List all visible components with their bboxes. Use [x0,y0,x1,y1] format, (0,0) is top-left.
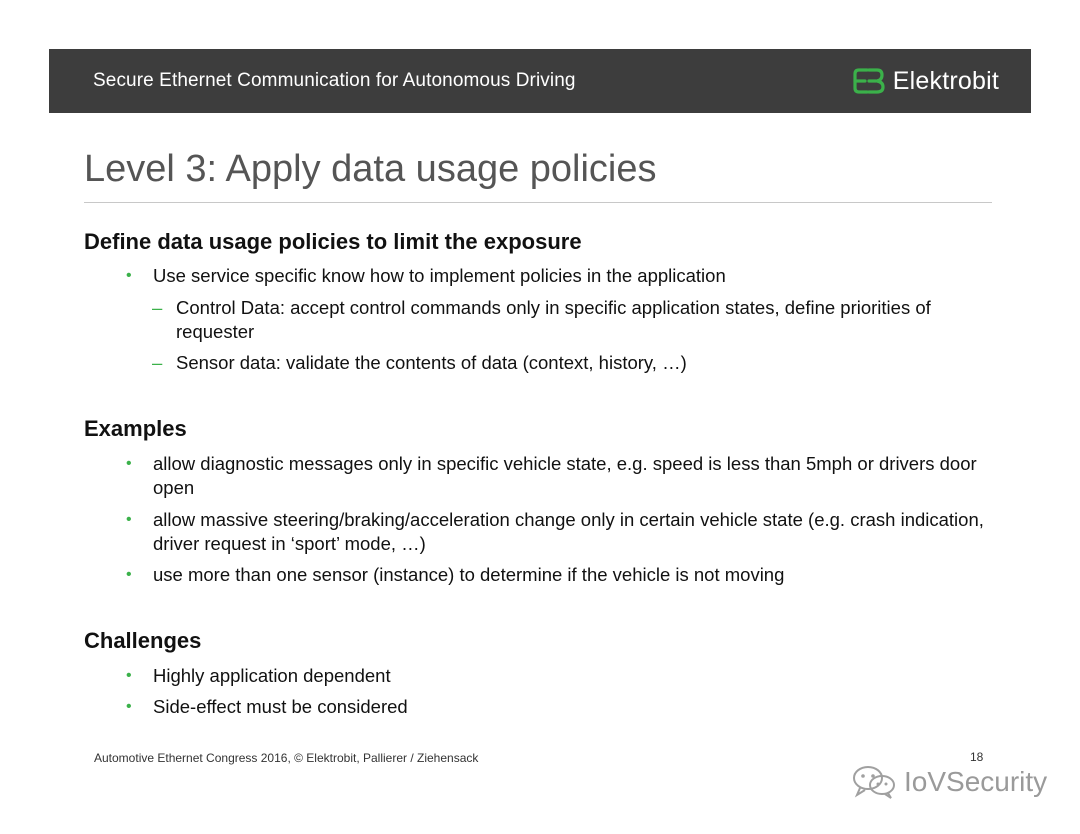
bullet-text: Use service specific know how to impleme… [153,265,726,286]
bullet-dot-icon: • [126,566,132,583]
sub-bullet-text: Sensor data: validate the contents of da… [176,352,687,373]
bullet-dot-icon: • [126,455,132,472]
bullet-item: • use more than one sensor (instance) to… [126,563,993,587]
section-heading-examples: Examples [84,416,187,441]
sub-bullet-item: – Sensor data: validate the contents of … [152,351,992,375]
section-heading-challenges: Challenges [84,628,202,653]
elektrobit-logo-icon [853,68,885,94]
footer-text: Automotive Ethernet Congress 2016, © Ele… [94,751,479,765]
bullet-dot-icon: • [126,667,132,684]
sub-bullet-item: – Control Data: accept control commands … [152,296,992,344]
dash-icon: – [152,297,163,318]
sub-bullet-text: Control Data: accept control commands on… [176,297,931,342]
bullet-dot-icon: • [126,511,132,528]
section-heading-define: Define data usage policies to limit the … [84,229,582,254]
title-divider [84,202,992,203]
watermark-text: IoVSecurity [904,766,1048,797]
wechat-icon [853,766,895,799]
elektrobit-logo: Elektrobit [853,63,999,99]
dash-icon: – [152,352,163,373]
bullet-dot-icon: • [126,267,132,284]
header-title: Secure Ethernet Communication for Autono… [93,70,576,91]
bullet-text: Side-effect must be considered [153,696,408,717]
bullet-item: • Use service specific know how to imple… [126,264,993,288]
slide-title: Level 3: Apply data usage policies [84,148,657,190]
bullet-item: • allow massive steering/braking/acceler… [126,508,993,556]
bullet-item: • Side-effect must be considered [126,695,993,719]
page-number: 18 [970,750,984,764]
bullet-text: use more than one sensor (instance) to d… [153,564,785,585]
bullet-dot-icon: • [126,698,132,715]
bullet-text: allow massive steering/braking/accelerat… [153,509,984,554]
bullet-text: allow diagnostic messages only in specif… [153,453,977,498]
watermark: IoVSecurity [850,764,1047,800]
brand-name: Elektrobit [892,66,999,95]
bullet-item: • Highly application dependent [126,664,993,688]
bullet-item: • allow diagnostic messages only in spec… [126,452,993,500]
bullet-text: Highly application dependent [153,665,391,686]
header-bar: Secure Ethernet Communication for Autono… [49,49,1031,113]
